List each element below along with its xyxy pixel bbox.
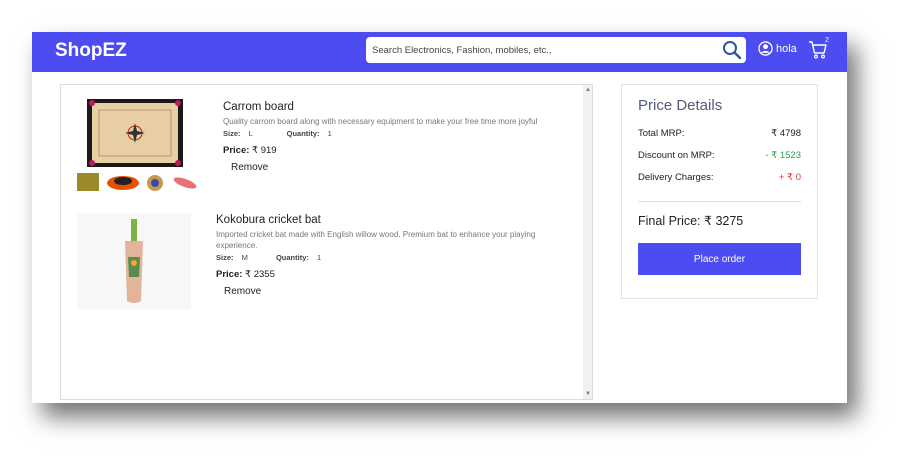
price-details-panel: Price Details Total MRP: ₹ 4798 Discount…: [621, 84, 818, 299]
search-bar: [366, 37, 746, 63]
item-title[interactable]: Kokobura cricket bat: [216, 214, 576, 226]
cart-item: Carrom board Quality carrom board along …: [223, 101, 563, 173]
scroll-up-icon[interactable]: ▲: [585, 87, 591, 93]
final-price-label: Final Price:: [638, 214, 701, 228]
discount-label: Discount on MRP:: [638, 150, 715, 161]
quantity-value: 1: [316, 253, 322, 262]
discount-value: - ₹ 1523: [765, 150, 801, 161]
price-label: Price:: [216, 269, 243, 280]
quantity-label: Quantity:: [286, 129, 320, 138]
quantity-label: Quantity:: [275, 253, 309, 262]
remove-button[interactable]: Remove: [231, 162, 563, 173]
item-price: Price: ₹ 2355: [216, 269, 576, 280]
search-icon[interactable]: [722, 40, 742, 60]
delivery-label: Delivery Charges:: [638, 172, 714, 183]
remove-button[interactable]: Remove: [224, 286, 576, 297]
price-details-title: Price Details: [638, 97, 723, 114]
carrom-board-image: [77, 99, 197, 191]
item-title[interactable]: Carrom board: [223, 101, 563, 113]
navbar: ShopEZ hola 2: [32, 32, 847, 72]
size-label: Size:: [216, 253, 234, 262]
scrollbar[interactable]: ▲ ▼: [583, 85, 592, 399]
price-label: Price:: [223, 145, 250, 156]
item-price: Price: ₹ 919: [223, 145, 563, 156]
user-menu[interactable]: hola: [758, 41, 797, 56]
quantity-value: 1: [327, 129, 332, 138]
size-label: Size:: [223, 129, 241, 138]
item-description: Quality carrom board along with necessar…: [223, 117, 538, 126]
cart-item: Kokobura cricket bat Imported cricket ba…: [216, 214, 576, 297]
final-price: Final Price: ₹ 3275: [638, 213, 743, 228]
item-description-line: experience.: [216, 241, 258, 250]
item-description-line: Imported cricket bat made with English w…: [216, 230, 536, 239]
divider: [638, 201, 801, 202]
item-meta: Size: M Quantity: 1: [216, 253, 576, 262]
place-order-button[interactable]: Place order: [638, 243, 801, 275]
item-description: Imported cricket bat made with English w…: [216, 229, 576, 251]
delivery-value: + ₹ 0: [778, 172, 801, 183]
size-value: L: [248, 129, 253, 138]
user-icon: [758, 41, 773, 56]
size-value: M: [241, 253, 248, 262]
item-meta: Size: L Quantity: 1: [223, 129, 563, 138]
delivery-row: Delivery Charges: + ₹ 0: [638, 172, 801, 183]
price-value: ₹ 2355: [245, 269, 275, 280]
brand-logo[interactable]: ShopEZ: [55, 40, 127, 62]
final-price-value: ₹ 3275: [704, 214, 744, 228]
cricket-bat-image: [77, 213, 191, 309]
cart-items-panel: Carrom board Quality carrom board along …: [60, 84, 593, 400]
discount-row: Discount on MRP: - ₹ 1523: [638, 150, 801, 161]
cart-count-badge: 2: [825, 37, 829, 44]
app-window: ShopEZ hola 2: [32, 32, 847, 403]
scroll-down-icon[interactable]: ▼: [585, 391, 591, 397]
price-value: ₹ 919: [252, 145, 277, 156]
search-input[interactable]: [366, 37, 712, 63]
user-name: hola: [776, 42, 797, 55]
total-mrp-label: Total MRP:: [638, 128, 685, 139]
total-mrp-value: ₹ 4798: [771, 128, 801, 139]
total-mrp-row: Total MRP: ₹ 4798: [638, 128, 801, 139]
